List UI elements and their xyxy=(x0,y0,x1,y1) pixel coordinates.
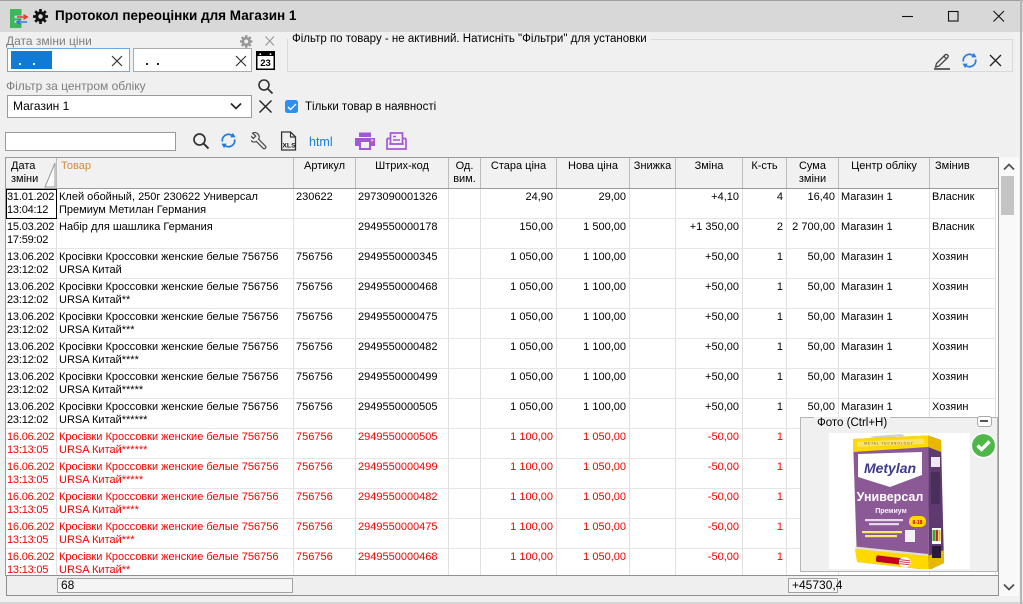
svg-text:Metylan: Metylan xyxy=(864,460,916,476)
svg-text:Премиум: Премиум xyxy=(875,508,907,515)
svg-text:8-18: 8-18 xyxy=(912,520,922,526)
svg-text:XLS: XLS xyxy=(282,143,296,150)
svg-text:Универсал: Универсал xyxy=(857,490,924,504)
svg-text:METAL TECHNOLOGY: METAL TECHNOLOGY xyxy=(864,442,913,446)
svg-text:23: 23 xyxy=(260,58,271,69)
